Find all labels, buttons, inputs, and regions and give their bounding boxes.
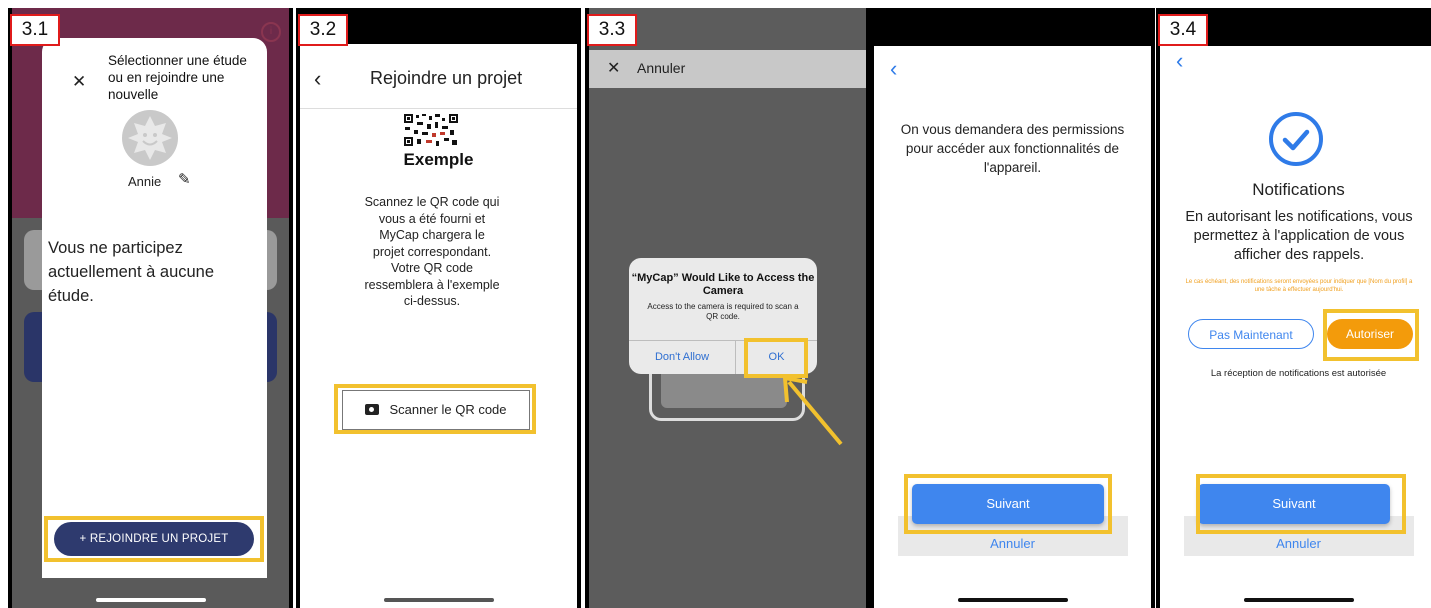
notifications-status: La réception de notifications est autori… <box>1210 368 1387 379</box>
not-now-button[interactable]: Pas Maintenant <box>1188 319 1314 349</box>
screen-join-project: ‹ Rejoindre un projet Exemple Scannez le… <box>300 8 577 608</box>
select-study-sheet: ✕ Sélectionner une étude ou en rejoindre… <box>42 38 267 578</box>
page-title: Rejoindre un projet <box>370 68 523 88</box>
cancel-link[interactable]: Annuler <box>1160 536 1431 551</box>
alert-title: “MyCap” Would Like to Access the Camera <box>631 272 815 297</box>
home-indicator <box>383 598 494 602</box>
nav-bar: ‹ Rejoindre un projet <box>300 44 577 109</box>
scan-qr-button-label: Scanner le QR code <box>389 402 507 417</box>
smiley-icon <box>128 116 172 160</box>
notifications-note: Le cas échéant, des notifications seront… <box>1185 279 1413 293</box>
notifications-title: Notifications <box>1252 180 1345 199</box>
alert-body: Access to the camera is required to scan… <box>647 302 799 321</box>
notifications-description: En autorisant les notifications, vous pe… <box>1185 209 1413 263</box>
qr-example-label: Exemple <box>403 150 474 169</box>
back-chevron-icon[interactable]: ‹ <box>314 66 321 92</box>
step-label: 3.1 <box>10 14 60 46</box>
camera-icon <box>365 404 380 415</box>
scan-qr-button[interactable]: Scanner le QR code <box>342 390 530 430</box>
step-label: 3.4 <box>1158 14 1208 46</box>
screen-permissions-intro: ‹ On vous demandera des permissions pour… <box>874 8 1151 608</box>
phone-screen-3: ✕ Annuler “MyCap” Would Like to Access t… <box>585 8 870 608</box>
phone-screen-4: ‹ On vous demandera des permissions pour… <box>870 8 1155 608</box>
avatar[interactable] <box>122 110 178 166</box>
allow-button[interactable]: Autoriser <box>1327 319 1413 349</box>
close-icon[interactable]: ✕ <box>72 72 86 92</box>
home-indicator <box>1243 598 1354 602</box>
home-indicator <box>957 598 1068 602</box>
cancel-link[interactable]: Annuler <box>874 536 1151 551</box>
permissions-message: On vous demandera des permissions pour a… <box>900 122 1125 175</box>
next-button[interactable]: Suivant <box>912 484 1104 524</box>
sheet-title: Sélectionner une étude ou en rejoindre u… <box>108 53 247 102</box>
phone-screen-2: ‹ Rejoindre un projet Exemple Scannez le… <box>296 8 581 608</box>
dont-allow-button[interactable]: Don't Allow <box>629 340 735 374</box>
pencil-icon[interactable]: ✎ <box>178 170 191 188</box>
next-button[interactable]: Suivant <box>1198 484 1390 524</box>
nav-bar: ✕ Annuler <box>589 50 866 88</box>
close-icon[interactable]: ✕ <box>607 58 620 78</box>
screen-notifications: ‹ Notifications En autorisant les notifi… <box>1160 8 1431 608</box>
step-label: 3.2 <box>298 14 348 46</box>
camera-permission-alert: “MyCap” Would Like to Access the Camera … <box>629 258 817 374</box>
ok-button[interactable]: OK <box>736 340 817 374</box>
check-circle-icon <box>1269 112 1323 166</box>
step-label: 3.3 <box>587 14 637 46</box>
phone-screen-1: i ✕ Sélectionner une étude ou en rejoind… <box>8 8 293 608</box>
back-chevron-icon[interactable]: ‹ <box>1176 48 1183 74</box>
user-name: Annie <box>128 174 162 189</box>
scan-instructions: Scannez le QR code qui vous a été fourni… <box>364 195 500 308</box>
pointer-arrow-icon <box>782 375 843 446</box>
screen-camera-permission: ✕ Annuler “MyCap” Would Like to Access t… <box>589 8 866 608</box>
screen-select-study: i ✕ Sélectionner une étude ou en rejoind… <box>12 8 289 608</box>
join-project-button[interactable]: + REJOINDRE UN PROJET <box>54 522 254 556</box>
cancel-link[interactable]: Annuler <box>637 60 685 76</box>
status-bar <box>874 8 1151 46</box>
home-indicator <box>95 598 206 602</box>
info-icon[interactable]: i <box>261 22 281 42</box>
back-chevron-icon[interactable]: ‹ <box>890 56 897 82</box>
phone-screen-5: ‹ Notifications En autorisant les notifi… <box>1156 8 1431 608</box>
qr-code-example-icon <box>402 112 460 148</box>
empty-message: Vous ne participez actuellement à aucune… <box>48 239 215 305</box>
